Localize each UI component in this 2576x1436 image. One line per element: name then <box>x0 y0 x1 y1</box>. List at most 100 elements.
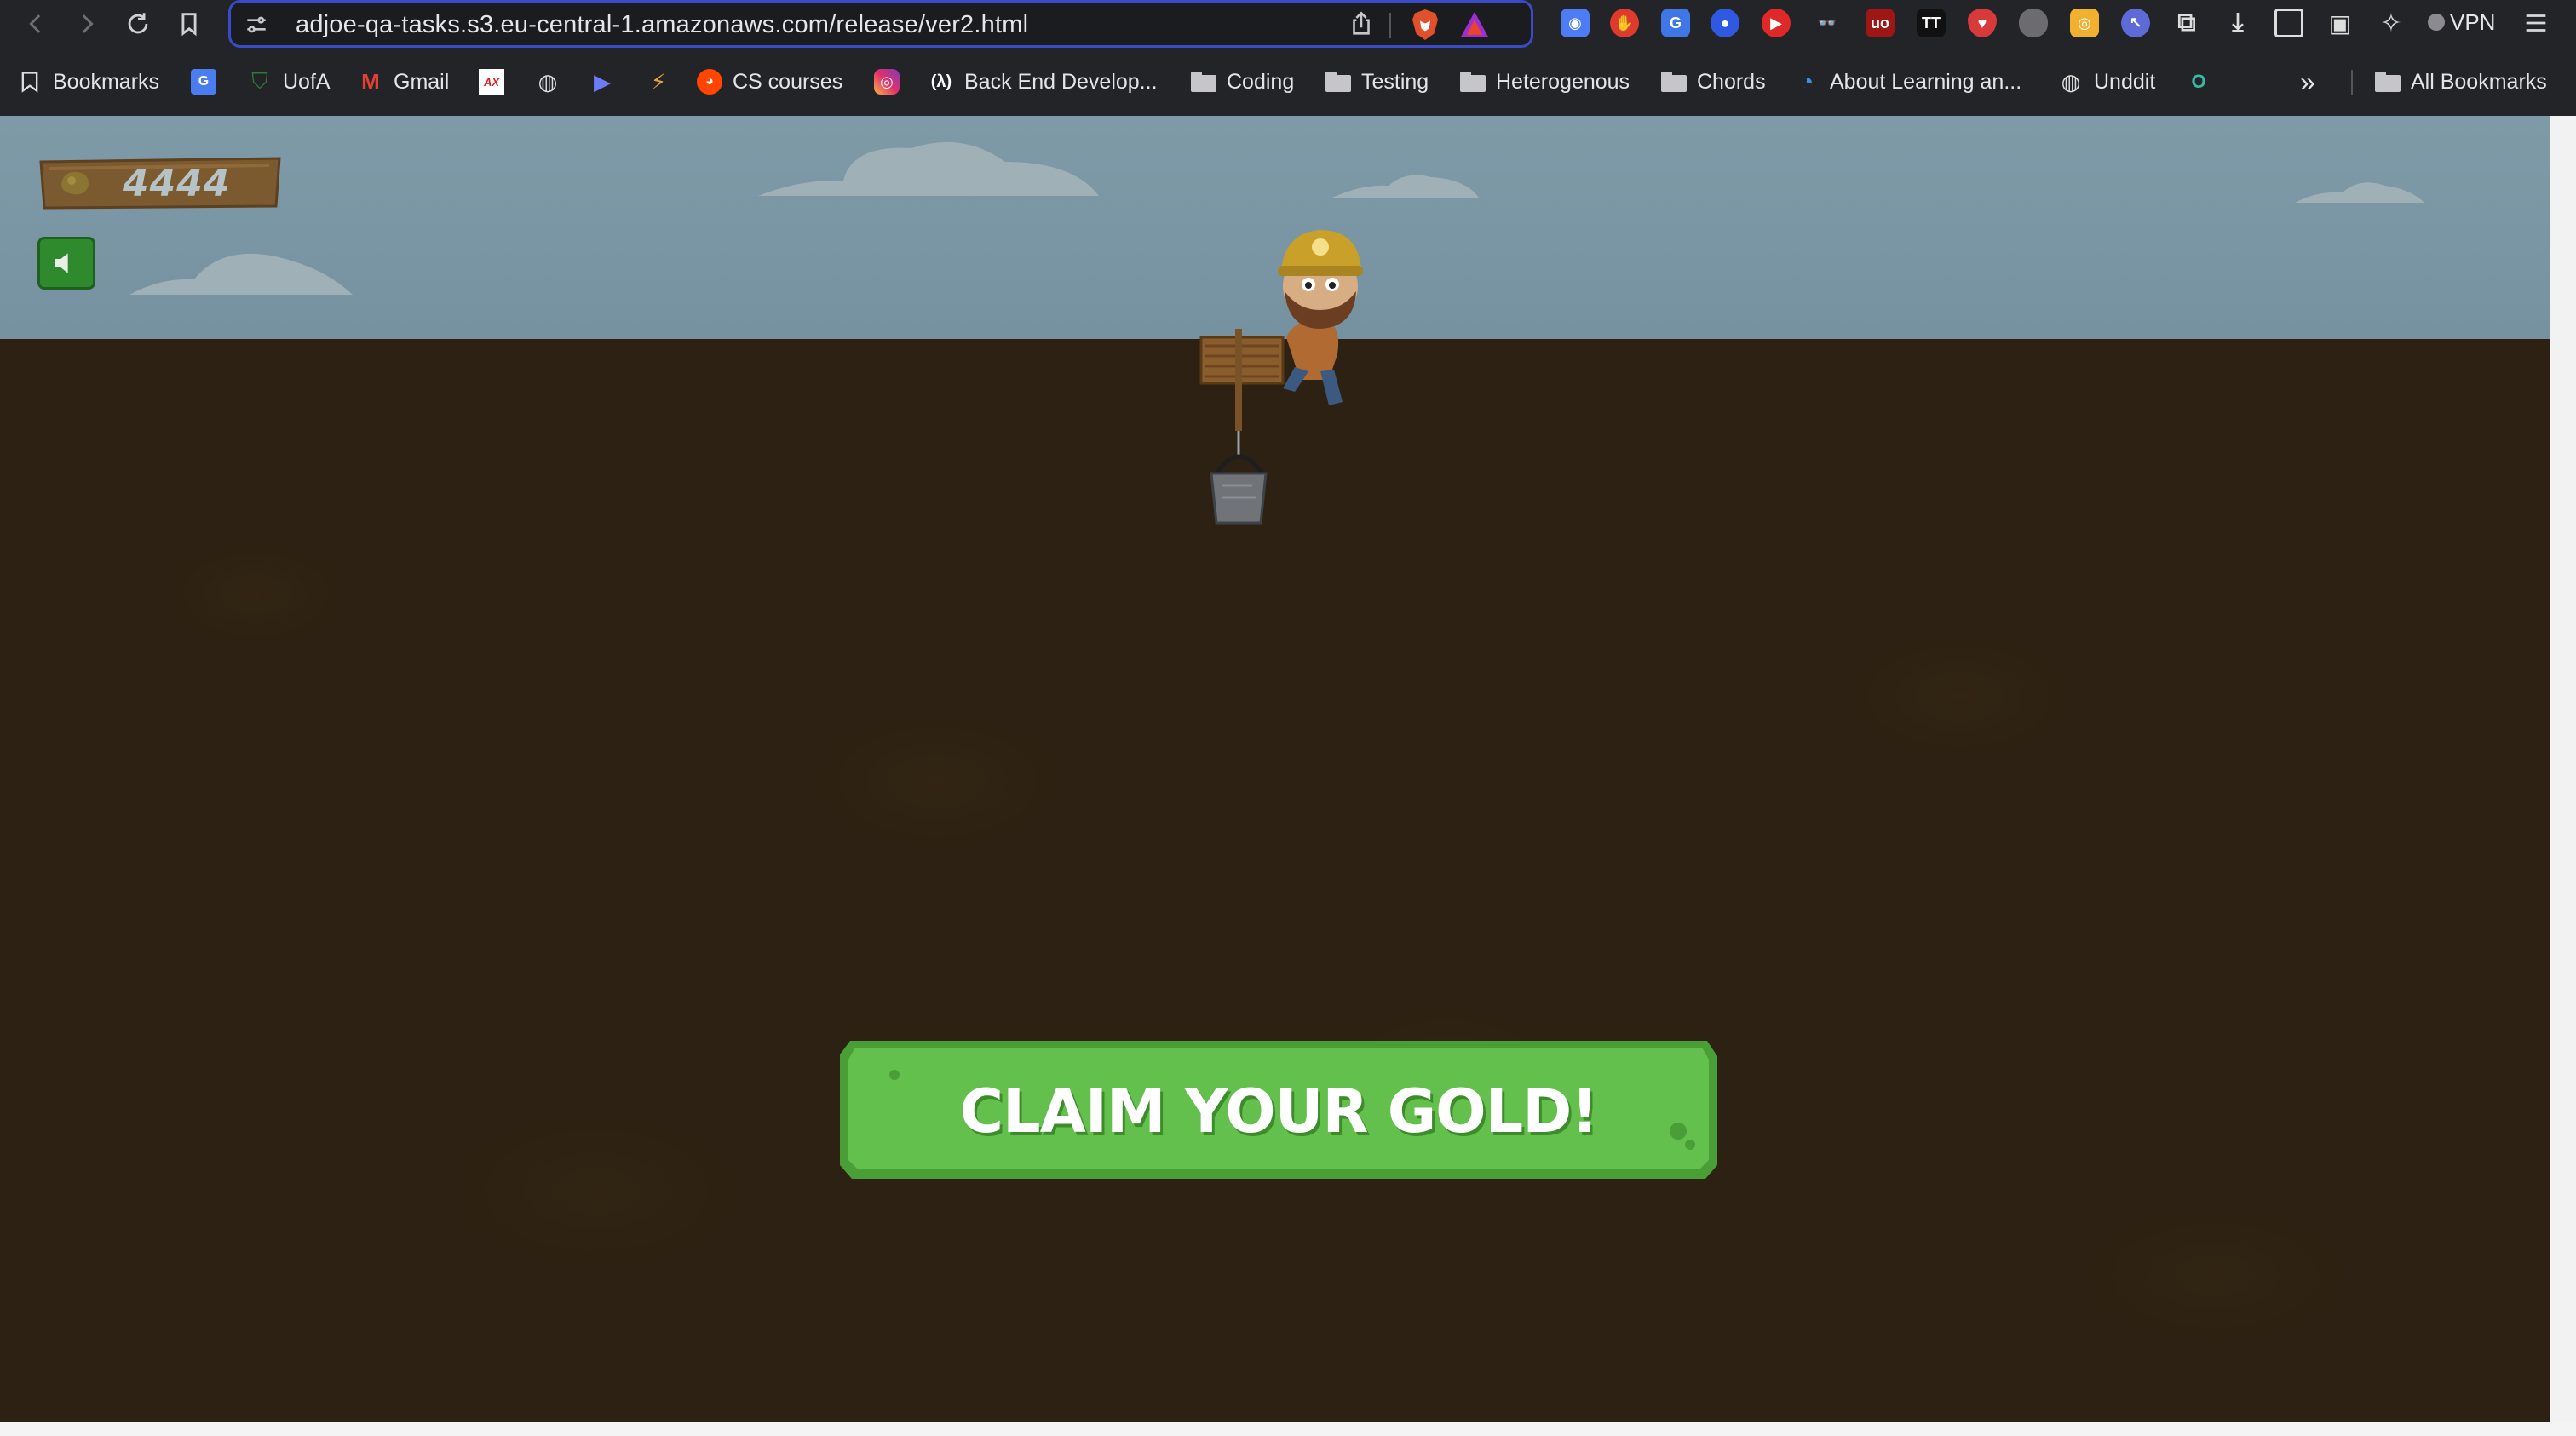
hand-extension-icon[interactable]: ✋ <box>1610 9 1639 37</box>
folder-icon <box>2375 69 2401 95</box>
lambda-icon: (λ) <box>930 72 952 91</box>
claim-gold-label: CLAIM YOUR GOLD! <box>959 1077 1599 1146</box>
mouse-extension-icon[interactable] <box>2019 9 2048 37</box>
window-bottom-edge <box>0 1422 2576 1436</box>
bookmark-item-circle[interactable]: O <box>2186 65 2211 99</box>
bookmark-folder-chords[interactable]: Chords <box>1661 65 1766 99</box>
bookmark-label: Coding <box>1227 69 1295 94</box>
circle-extension-icon[interactable]: ● <box>1711 9 1739 37</box>
bookmark-item-lightning[interactable]: ⚡ <box>646 65 671 99</box>
forward-arrow-icon <box>82 14 94 33</box>
folder-icon <box>1661 69 1687 95</box>
reload-button[interactable] <box>119 5 157 43</box>
claim-gold-button[interactable]: CLAIM YOUR GOLD! <box>838 1039 1719 1180</box>
share-icon[interactable] <box>1347 9 1376 38</box>
all-bookmarks-folder[interactable]: All Bookmarks <box>2375 65 2547 99</box>
shield-crest-icon: ⛉ <box>251 68 268 94</box>
reload-icon <box>128 13 148 34</box>
globe-icon: ◍ <box>538 68 558 95</box>
browser-chrome: adjoe-qa-tasks.s3.eu-central-1.amazonaws… <box>0 0 2576 116</box>
url-text[interactable]: adjoe-qa-tasks.s3.eu-central-1.amazonaws… <box>296 11 1028 39</box>
bookmark-item-uofa[interactable]: ⛉ UofA <box>247 65 331 99</box>
bookmark-label: Chords <box>1697 69 1766 94</box>
cursor-extension-icon[interactable]: ↖ <box>2121 9 2150 37</box>
bookmark-label: CS courses <box>733 69 843 94</box>
bookmark-folder-testing[interactable]: Testing <box>1325 65 1429 99</box>
bookmark-page-button[interactable] <box>170 5 208 43</box>
cloud-icon <box>758 141 1099 196</box>
gmail-icon: M <box>361 68 380 95</box>
bookmark-folder-coding[interactable]: Coding <box>1191 65 1294 99</box>
honey-extension-icon[interactable]: ◎ <box>2070 9 2099 37</box>
screenshot-extension-icon[interactable]: ◉ <box>1561 9 1590 37</box>
back-arrow-icon <box>29 14 41 33</box>
bookmark-item-back-end[interactable]: (λ) Back End Develop... <box>929 65 1158 99</box>
hamburger-menu-icon[interactable] <box>2521 9 2550 37</box>
bookmarks-bar: Bookmarks G ⛉ UofA M Gmail AX ◍ ▶ ⚡ ◕ CS… <box>0 55 2576 109</box>
leo-ai-icon[interactable]: ✧ <box>2377 9 2406 37</box>
bookmark-label: All Bookmarks <box>2411 69 2547 94</box>
cloud-icon <box>129 253 353 295</box>
bookmarks-list-icon <box>17 69 43 95</box>
google-translate-extension-icon[interactable]: G <box>1661 9 1690 37</box>
omnibox-divider <box>1389 13 1391 38</box>
cloud-icon <box>2295 182 2424 203</box>
bookmark-label: Heterogenous <box>1496 69 1630 94</box>
bookmark-item-globe[interactable]: ◍ <box>535 65 561 99</box>
sound-toggle-button[interactable] <box>37 237 95 290</box>
bookmark-label: Testing <box>1361 69 1429 94</box>
speaker-icon <box>55 253 68 273</box>
ublock-icon[interactable]: uo <box>1866 9 1895 37</box>
bookmark-item-translate[interactable]: G <box>191 65 216 99</box>
browser-toolbar: adjoe-qa-tasks.s3.eu-central-1.amazonaws… <box>0 0 2576 48</box>
vertical-scrollbar[interactable] <box>2550 116 2576 1422</box>
extensions-puzzle-icon[interactable]: ⧉ <box>2172 9 2201 37</box>
play-arrow-icon: ▶ <box>594 68 611 95</box>
bookmark-item-instagram[interactable]: ◎ <box>874 65 900 99</box>
forward-button[interactable] <box>68 5 106 43</box>
address-bar[interactable]: adjoe-qa-tasks.s3.eu-central-1.amazonaws… <box>228 0 1533 48</box>
bookmark-folder-heterogenous[interactable]: Heterogenous <box>1460 65 1630 99</box>
wallet-icon[interactable]: ▣ <box>2326 9 2355 37</box>
brave-shields-icon[interactable] <box>1410 8 1440 42</box>
circle-o-icon: O <box>2191 71 2206 92</box>
brave-rewards-icon[interactable] <box>1458 9 1492 40</box>
sidebar-toggle-icon[interactable] <box>2274 9 2303 37</box>
edge-icon: ◔ <box>1799 68 1814 95</box>
bookmark-item-cs-courses[interactable]: ◕ CS courses <box>697 65 842 99</box>
ae-logo-icon: AX <box>479 69 504 95</box>
bookmarks-overflow-button[interactable]: » <box>2300 65 2315 99</box>
bookmark-item-gmail[interactable]: M Gmail <box>358 65 449 99</box>
download-icon[interactable]: ⤓ <box>2223 9 2252 37</box>
lightning-icon: ⚡ <box>650 68 667 95</box>
google-translate-icon: G <box>191 69 216 95</box>
bookmark-icon <box>181 13 197 37</box>
tt-extension-icon[interactable]: TT <box>1917 9 1946 37</box>
bookmark-item-play[interactable]: ▶ <box>589 65 615 99</box>
bookmark-item-unddit[interactable]: ◍ Unddit <box>2058 65 2156 99</box>
bookmark-label: UofA <box>283 69 331 94</box>
back-button[interactable] <box>17 5 55 43</box>
score-board: 4444 <box>37 157 283 210</box>
shield-extension-icon[interactable]: ♥ <box>1968 9 1997 37</box>
chevron-double-right-icon: » <box>2300 66 2315 97</box>
vpn-status-icon <box>2428 14 2445 31</box>
folder-icon <box>1191 69 1216 95</box>
bookmark-item-bookmarks[interactable]: Bookmarks <box>17 65 159 99</box>
bookmark-item-about-learning[interactable]: ◔ About Learning an... <box>1794 65 2022 99</box>
bucket-rope <box>1210 329 1268 525</box>
bookmark-label: Bookmarks <box>53 69 160 94</box>
gold-nugget-icon <box>61 172 89 195</box>
globe-icon: ◍ <box>2061 68 2081 95</box>
bookmark-item-ae[interactable]: AX <box>479 65 504 99</box>
bookmark-label: Back End Develop... <box>964 69 1158 94</box>
vpn-button[interactable]: VPN <box>2428 7 2495 37</box>
reddit-icon: ◕ <box>697 69 722 95</box>
site-settings-icon[interactable] <box>243 11 270 38</box>
game-canvas[interactable]: 4444 CLAIM YOUR GOLD! <box>0 116 2550 1422</box>
bookmark-label: About Learning an... <box>1830 69 2022 94</box>
bookmarks-divider <box>2351 70 2353 95</box>
youtube-extension-icon[interactable]: ▶ <box>1762 9 1791 37</box>
spy-extension-icon[interactable]: 👓 <box>1813 9 1842 37</box>
vpn-label: VPN <box>2450 9 2496 35</box>
